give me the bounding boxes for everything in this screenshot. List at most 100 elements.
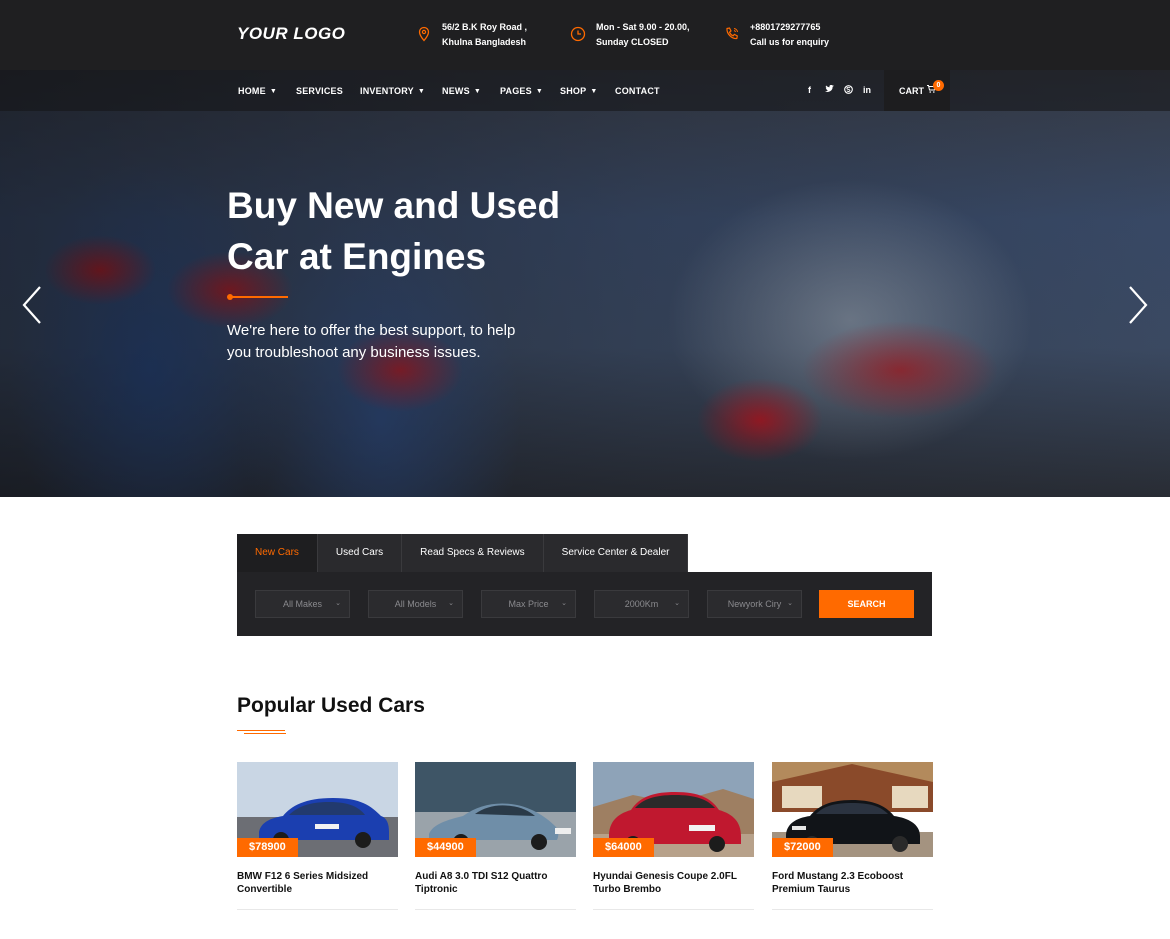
nav-label: PAGES [500, 86, 532, 96]
chevron-down-icon: ▼ [535, 87, 543, 95]
hero-divider [228, 296, 288, 298]
car-card[interactable]: $72000 Ford Mustang 2.3 Ecoboost Premium… [772, 762, 933, 910]
search-button[interactable]: SEARCH [819, 590, 914, 618]
car-name[interactable]: Hyundai Genesis Coupe 2.0FL Turbo Brembo [593, 870, 754, 896]
hero-subtitle-line-1: We're here to offer the best support, to… [227, 322, 516, 339]
nav-label: NEWS [442, 86, 470, 96]
select-value: 2000Km [624, 599, 659, 609]
car-price: $78900 [237, 838, 298, 857]
slider-next-arrow-icon[interactable] [1126, 285, 1150, 325]
car-card[interactable]: $64000 Hyundai Genesis Coupe 2.0FL Turbo… [593, 762, 754, 910]
car-price: $64000 [593, 838, 654, 857]
logo[interactable]: YOUR LOGO [237, 24, 345, 44]
chevron-down-icon: ▼ [473, 87, 481, 95]
phone-line-2: Call us for enquiry [750, 37, 830, 47]
linkedin-icon[interactable]: in [863, 85, 871, 95]
nav-item-inventory[interactable]: INVENTORY ▼ [360, 86, 425, 96]
hero-title-line-1: Buy New and Used [227, 185, 561, 226]
cart-label: CART [899, 86, 924, 96]
chevron-down-icon: ⌄ [787, 600, 793, 607]
select-value: Max Price [508, 599, 549, 609]
hero-title: Buy New and Used Car at Engines [227, 180, 647, 282]
twitter-icon-shape [825, 84, 834, 92]
nav-item-news[interactable]: NEWS ▼ [442, 86, 481, 96]
car-name-line-1: BMW F12 6 Series Midsized [237, 871, 369, 882]
car-name[interactable]: BMW F12 6 Series Midsized Convertible [237, 870, 398, 896]
price-select[interactable]: Max Price ⌄ [481, 590, 576, 618]
phone-icon [726, 27, 738, 40]
car-name-line-2: Tiptronic [415, 884, 458, 895]
hours-line-1: Mon - Sat 9.00 - 20.00, [596, 22, 690, 32]
address-line-1: 56/2 B.K Roy Road , [442, 22, 528, 32]
tab-new-cars[interactable]: New Cars [237, 534, 318, 572]
hero-overlay [0, 70, 1170, 497]
chevron-down-icon: ⌄ [674, 600, 680, 607]
skype-icon-shape [844, 85, 853, 94]
car-name-line-2: Turbo Brembo [593, 884, 662, 895]
hero-subtitle: We're here to offer the best support, to… [227, 320, 557, 364]
nav-label: SERVICES [296, 86, 343, 96]
nav-item-services[interactable]: SERVICES [296, 86, 343, 96]
models-select[interactable]: All Models ⌄ [368, 590, 463, 618]
hours-line-2: Sunday CLOSED [596, 37, 669, 47]
section-title: Popular Used Cars [237, 694, 425, 717]
car-price: $72000 [772, 838, 833, 857]
nav-label: SHOP [560, 86, 587, 96]
mileage-select[interactable]: 2000Km ⌄ [594, 590, 689, 618]
nav-item-contact[interactable]: CONTACT [615, 86, 660, 96]
main-nav: HOME ▼ SERVICES INVENTORY ▼ NEWS ▼ PAGES ▼ S… [0, 70, 1170, 111]
address-info: 56/2 B.K Roy Road , Khulna Bangladesh [416, 20, 527, 50]
map-pin-icon [418, 26, 430, 42]
car-name[interactable]: Ford Mustang 2.3 Ecoboost Premium Taurus [772, 870, 933, 896]
car-name-line-2: Convertible [237, 884, 293, 895]
car-card[interactable]: $78900 BMW F12 6 Series Midsized Convert… [237, 762, 398, 910]
nav-label: INVENTORY [360, 86, 414, 96]
chevron-down-icon: ⌄ [335, 600, 341, 607]
cart-count-badge: 0 [933, 80, 944, 91]
tab-read-specs-reviews[interactable]: Read Specs & Reviews [402, 534, 544, 572]
hero-title-line-2: Car at Engines [227, 236, 487, 277]
hero-divider-dot [227, 294, 233, 300]
nav-label: CONTACT [615, 86, 660, 96]
cart-button[interactable]: CART 0 [884, 70, 950, 111]
chevron-down-icon: ⌄ [561, 600, 567, 607]
hero-subtitle-line-2: you troubleshoot any business issues. [227, 344, 481, 361]
top-bar: YOUR LOGO 56/2 B.K Roy Road , Khulna Ban… [0, 0, 1170, 70]
search-panel: All Makes ⌄ All Models ⌄ Max Price ⌄ 2000Km… [237, 572, 932, 636]
tab-used-cars[interactable]: Used Cars [317, 534, 403, 572]
title-underline [244, 733, 286, 734]
clock-icon [570, 26, 586, 42]
nav-item-shop[interactable]: SHOP ▼ [560, 86, 597, 96]
phone-line-1[interactable]: +8801729277765 [750, 20, 829, 35]
phone-info: +8801729277765 Call us for enquiry [724, 20, 829, 50]
car-name[interactable]: Audi A8 3.0 TDI S12 Quattro Tiptronic [415, 870, 576, 896]
address-line-2: Khulna Bangladesh [442, 37, 527, 47]
twitter-icon[interactable] [825, 84, 834, 95]
car-name-line-1: Audi A8 3.0 TDI S12 Quattro [415, 871, 548, 882]
car-price: $44900 [415, 838, 476, 857]
chevron-down-icon: ▼ [269, 87, 277, 95]
car-name-line-1: Hyundai Genesis Coupe 2.0FL [593, 871, 737, 882]
title-underline [237, 730, 285, 731]
nav-label: HOME [238, 86, 266, 96]
car-name-line-2: Premium Taurus [772, 884, 851, 895]
select-value: Newyork Ciry [727, 599, 782, 609]
search-tabs: New Cars Used Cars Read Specs & Reviews … [237, 534, 689, 572]
chevron-down-icon: ⌄ [448, 600, 454, 607]
city-select[interactable]: Newyork Ciry ⌄ [707, 590, 802, 618]
nav-item-home[interactable]: HOME ▼ [238, 86, 277, 96]
chevron-down-icon: ▼ [590, 87, 598, 95]
facebook-icon[interactable]: f [808, 85, 811, 95]
select-value: All Models [394, 599, 437, 609]
tab-service-center-dealer[interactable]: Service Center & Dealer [543, 534, 689, 572]
hours-info: Mon - Sat 9.00 - 20.00, Sunday CLOSED [570, 20, 690, 50]
slider-prev-arrow-icon[interactable] [20, 285, 44, 325]
select-value: All Makes [282, 599, 322, 609]
car-name-line-1: Ford Mustang 2.3 Ecoboost [772, 871, 904, 882]
skype-icon[interactable] [844, 85, 853, 96]
car-card[interactable]: $44900 Audi A8 3.0 TDI S12 Quattro Tiptr… [415, 762, 576, 910]
nav-item-pages[interactable]: PAGES ▼ [500, 86, 543, 96]
chevron-down-icon: ▼ [417, 87, 425, 95]
makes-select[interactable]: All Makes ⌄ [255, 590, 350, 618]
hero-slider: HOME ▼ SERVICES INVENTORY ▼ NEWS ▼ PAGES ▼ S… [0, 70, 1170, 497]
